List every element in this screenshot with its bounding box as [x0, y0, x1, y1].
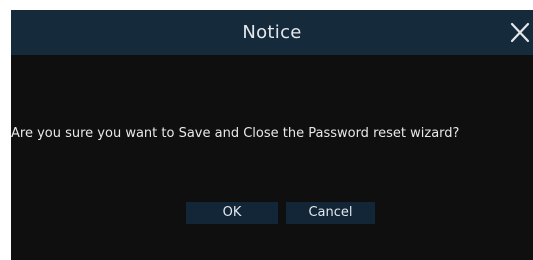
- cancel-button[interactable]: Cancel: [286, 202, 375, 224]
- dialog-title: Notice: [242, 22, 302, 43]
- close-icon: [510, 22, 530, 43]
- dialog-message: Are you sure you want to Save and Close …: [11, 126, 460, 141]
- notice-dialog: Notice Are you sure you want to Save and…: [11, 10, 533, 260]
- dialog-titlebar: Notice: [11, 10, 533, 55]
- ok-button[interactable]: OK: [186, 202, 278, 224]
- close-button[interactable]: [507, 20, 533, 46]
